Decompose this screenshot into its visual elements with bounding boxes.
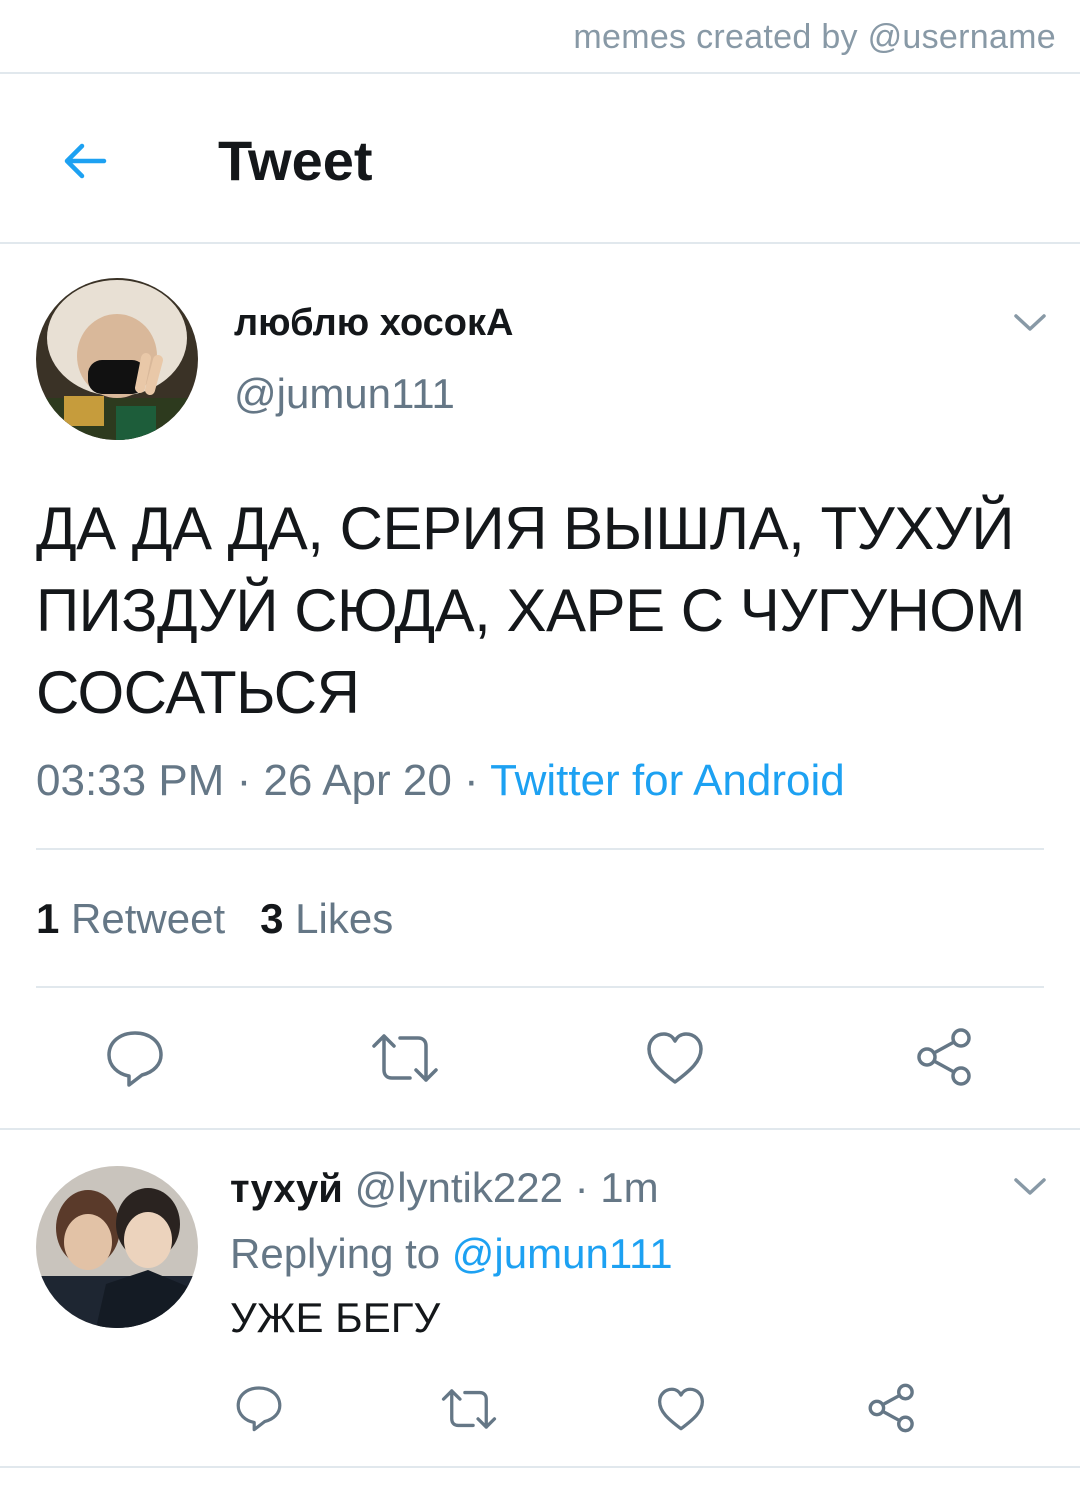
tweet-time: 03:33 PM xyxy=(36,756,225,805)
replying-to-mention[interactable]: @jumun111 xyxy=(452,1230,673,1277)
divider xyxy=(36,848,1044,850)
tweet-meta: 03:33 PM · 26 Apr 20 · Twitter for Andro… xyxy=(36,756,845,806)
tweet-stats: 1 Retweet 3 Likes xyxy=(36,895,393,943)
tweet-date: 26 Apr 20 xyxy=(263,756,452,805)
chevron-down-icon[interactable] xyxy=(1012,312,1048,334)
separator: · xyxy=(562,1164,601,1211)
retweet-icon[interactable] xyxy=(370,1030,440,1091)
reply-display-name[interactable]: тухуй xyxy=(230,1167,343,1211)
retweets-stat[interactable]: 1 Retweet xyxy=(36,895,225,942)
like-icon[interactable] xyxy=(656,1386,706,1437)
page-title: Tweet xyxy=(218,129,373,192)
replying-to: Replying to @jumun111 xyxy=(230,1230,673,1278)
divider xyxy=(0,1466,1080,1468)
tweet-source-link[interactable]: Twitter for Android xyxy=(490,756,845,805)
divider xyxy=(36,986,1044,988)
avatar[interactable] xyxy=(36,278,198,440)
like-icon[interactable] xyxy=(645,1030,705,1091)
reply-header: тухуй @lyntik222 · 1m xyxy=(230,1164,659,1212)
divider xyxy=(0,242,1080,244)
reply-icon[interactable] xyxy=(234,1384,284,1437)
share-icon[interactable] xyxy=(914,1026,976,1093)
likes-stat[interactable]: 3 Likes xyxy=(260,895,393,942)
chevron-down-icon[interactable] xyxy=(1012,1176,1048,1198)
separator: · xyxy=(451,756,491,805)
divider xyxy=(0,1128,1080,1130)
user-handle[interactable]: @jumun111 xyxy=(234,370,455,418)
reply-age: 1m xyxy=(600,1164,659,1211)
arrow-left-icon[interactable] xyxy=(58,134,112,188)
likes-label: Likes xyxy=(295,895,394,942)
divider xyxy=(0,72,1080,74)
reply-text: УЖЕ БЕГУ xyxy=(230,1294,441,1341)
share-icon[interactable] xyxy=(866,1382,918,1439)
retweets-label: Retweet xyxy=(71,895,226,942)
display-name[interactable]: люблю хосокА xyxy=(234,302,513,345)
retweets-count: 1 xyxy=(36,895,60,942)
watermark: memes created by @username xyxy=(573,18,1056,56)
reply-icon[interactable] xyxy=(104,1028,166,1093)
reply-handle[interactable]: @lyntik222 xyxy=(355,1164,563,1211)
separator: · xyxy=(224,756,264,805)
replying-prefix: Replying to xyxy=(230,1230,452,1277)
retweet-icon[interactable] xyxy=(440,1386,498,1437)
avatar[interactable] xyxy=(36,1166,198,1328)
likes-count: 3 xyxy=(260,895,284,942)
tweet-text: ДА ДА ДА, СЕРИЯ ВЫШЛА, ТУХУЙ ПИЗДУЙ СЮДА… xyxy=(36,495,1025,726)
